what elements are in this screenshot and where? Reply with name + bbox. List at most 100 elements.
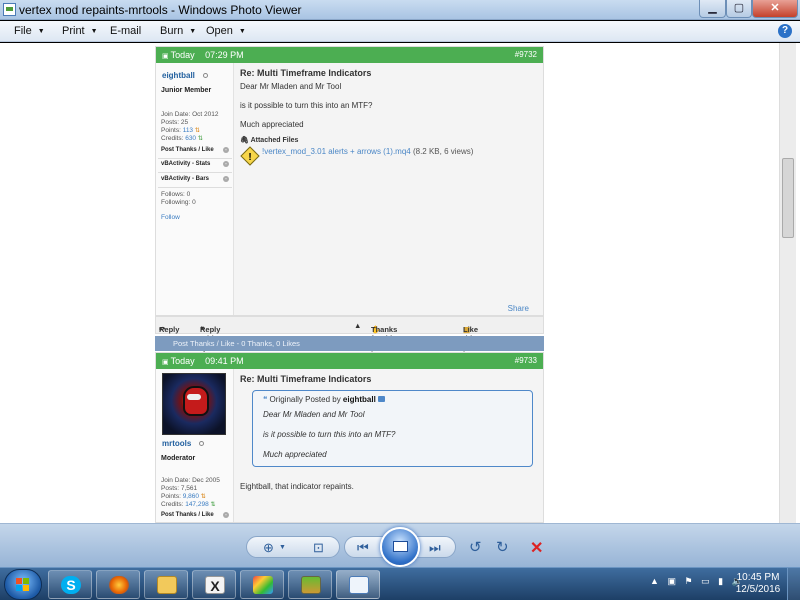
slideshow-button[interactable]	[380, 527, 420, 567]
svg-text:!: !	[248, 152, 251, 163]
user-rank: Junior Member	[161, 87, 212, 94]
zoom-icon[interactable]: ⊕	[263, 540, 274, 556]
post-thanks-toggle[interactable]: Post Thanks / Like -	[161, 512, 231, 518]
taskbar-metatrader[interactable]: X	[192, 570, 236, 599]
user-sidebar: eightball Junior Member Join Date: Oct 2…	[156, 63, 234, 315]
post-number[interactable]: #9732	[515, 47, 537, 63]
next-icon[interactable]: ⏭	[429, 540, 441, 556]
follow-label[interactable]: Follow	[161, 214, 180, 221]
username-link[interactable]: eightball	[162, 71, 208, 80]
minimize-button[interactable]: ▁	[699, 0, 726, 18]
display-icon[interactable]: ▭	[701, 576, 710, 586]
taskbar-explorer[interactable]	[144, 570, 188, 599]
points-row: Points: 113 ⇅	[161, 127, 218, 135]
join-date: Join Date: Oct 2012	[161, 111, 219, 118]
print-menu[interactable]: Print ▼	[62, 25, 98, 37]
points-label: Points:	[161, 493, 183, 500]
chevron-down-icon: ▼	[90, 28, 98, 35]
network-icon[interactable]: ▮	[718, 576, 723, 586]
open-menu-label: Open	[206, 25, 233, 37]
view-post-icon[interactable]	[378, 396, 386, 402]
burn-menu-label: Burn	[160, 25, 184, 37]
taskbar-winrar[interactable]	[288, 570, 332, 599]
taskbar-clock[interactable]: 10:45 PM 12/5/2016	[733, 572, 783, 596]
previous-icon[interactable]: ⏮	[357, 540, 369, 556]
open-menu[interactable]: Open ▼	[206, 25, 246, 37]
username-link[interactable]: mrtools	[162, 439, 205, 448]
rotate-right-icon[interactable]: ↻	[496, 538, 509, 556]
follows-count: Follows: 0	[161, 191, 191, 198]
post-thanks-toggle[interactable]: Post Thanks / Like -	[161, 147, 231, 153]
divider	[158, 172, 232, 173]
vbactivity-bars-toggle[interactable]: vBActivity - Bars -	[161, 176, 231, 182]
post-actions-bar: ↶ Reply ❝ Reply With Quote ▲ ✋ Thanks fo…	[155, 316, 544, 352]
chevron-down-icon: ▼	[189, 28, 197, 35]
taskbar-firefox[interactable]	[96, 570, 140, 599]
stats-label: vBActivity - Stats	[161, 161, 211, 167]
scroll-thumb[interactable]	[782, 158, 794, 238]
credits-arrows-icon: ⇅	[197, 136, 203, 142]
burn-menu[interactable]: Burn ▼	[160, 25, 196, 37]
help-icon[interactable]: ?	[778, 24, 792, 38]
email-button[interactable]: E-mail	[110, 25, 141, 37]
thanks-summary-bar[interactable]: Post Thanks / Like - 0 Thanks, 0 Likes	[155, 336, 544, 351]
metatrader-icon: X	[205, 576, 225, 594]
collapse-icon[interactable]: -	[223, 147, 229, 153]
viewer-controls: ⊕ ▼ ⊡ ⏮ ⏭ ↺ ↻ ✕	[0, 523, 800, 567]
winrar-icon	[301, 576, 321, 594]
post-calendar-icon: ▣	[162, 359, 171, 366]
divider	[158, 158, 232, 159]
username[interactable]: eightball	[162, 71, 195, 80]
warning-icon: !	[240, 146, 260, 166]
show-desktop-button[interactable]	[787, 568, 800, 600]
attachment-item: ! !vertex_mod_3.01 alerts + arrows (1).m…	[240, 146, 537, 166]
avatar[interactable]	[162, 373, 226, 435]
tray-expand-icon[interactable]: ▲	[650, 576, 659, 586]
quote-line: Much appreciated	[263, 450, 327, 459]
start-button[interactable]	[4, 569, 42, 600]
zoom-dropdown-icon[interactable]: ▼	[279, 544, 286, 551]
tray-app-icon[interactable]: ▣	[667, 576, 676, 586]
collapse-icon[interactable]: -	[223, 512, 229, 518]
attachment-link[interactable]: !vertex_mod_3.01 alerts + arrows (1).mq4	[262, 147, 411, 156]
share-link[interactable]: Share	[508, 304, 529, 313]
post-thanks-label: Post Thanks / Like	[161, 147, 214, 153]
report-icon[interactable]: ▲	[354, 321, 361, 330]
actual-size-icon[interactable]: ⊡	[313, 540, 324, 556]
action-center-icon[interactable]: ⚑	[684, 576, 692, 586]
credits-row: Credits: 147,298 ⇅	[161, 501, 220, 509]
post-header: ▣ Today 07:29 PM #9732	[156, 47, 543, 63]
vertical-scrollbar[interactable]	[779, 43, 796, 523]
post-thanks-label: Post Thanks / Like	[161, 512, 214, 518]
bars-label: vBActivity - Bars	[161, 176, 210, 182]
credits-arrows-icon: ⇅	[210, 502, 216, 508]
taskbar-skype[interactable]: S	[48, 570, 92, 599]
collapse-icon[interactable]: -	[223, 161, 229, 167]
quote-line: Dear Mr Mladen and Mr Tool	[263, 410, 365, 419]
slideshow-icon	[393, 541, 408, 552]
taskbar-photo-viewer[interactable]	[336, 570, 380, 599]
zoom-fit-group: ⊕ ▼ ⊡	[246, 536, 340, 558]
file-menu[interactable]: File ▼	[14, 25, 45, 37]
delete-icon[interactable]: ✕	[530, 538, 543, 558]
post-number[interactable]: #9733	[515, 353, 537, 369]
post-count: Posts: 25	[161, 119, 189, 126]
chevron-down-icon: ▼	[238, 28, 246, 35]
maximize-button[interactable]: ▢	[726, 0, 752, 18]
taskbar-paint[interactable]	[240, 570, 284, 599]
points-label: Points:	[161, 127, 183, 134]
collapse-icon[interactable]: -	[223, 176, 229, 182]
follow-link[interactable]: Follow	[161, 214, 180, 222]
divider	[158, 187, 232, 188]
chevron-down-icon: ▼	[37, 28, 45, 35]
paint-icon	[253, 576, 273, 594]
print-menu-label: Print	[62, 25, 85, 37]
reputation-arrows-icon: ⇅	[200, 494, 206, 500]
close-button[interactable]: ✕	[752, 0, 798, 18]
user-sidebar: mrtools Moderator Join Date: Dec 2005 Po…	[156, 369, 234, 522]
rotate-left-icon[interactable]: ↺	[469, 538, 482, 556]
username[interactable]: mrtools	[162, 439, 191, 448]
vbactivity-stats-toggle[interactable]: vBActivity - Stats -	[161, 161, 231, 167]
file-menu-label: File	[14, 25, 32, 37]
menu-bar: File ▼ Print ▼ E-mail Burn ▼ Open ▼ ?	[0, 21, 800, 42]
